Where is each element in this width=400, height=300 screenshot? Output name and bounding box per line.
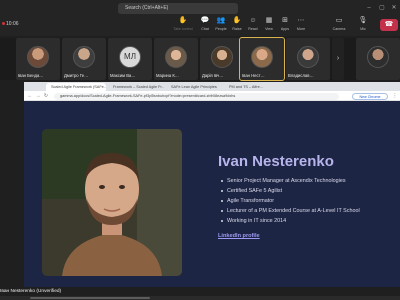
chat-icon: 💬 xyxy=(200,17,210,24)
avatar xyxy=(73,46,95,68)
avatar: МЛ xyxy=(119,46,141,68)
participant-tile[interactable]: Дарія Івч… xyxy=(200,38,244,80)
list-item: Agile Transformator xyxy=(220,196,400,206)
more-icon: ⋯ xyxy=(297,17,305,24)
participant-strip: Іван Бенда… Дмитро Ге… МЛ Максим Ва… Мар… xyxy=(0,37,400,81)
leave-button[interactable]: ☎ xyxy=(380,19,398,31)
participant-tile[interactable]: Іван Бенда… xyxy=(16,38,60,80)
avatar xyxy=(297,46,319,68)
people-icon: 👥 xyxy=(216,17,226,24)
recording-dot-icon xyxy=(2,22,5,25)
view-icon: ▦ xyxy=(265,17,273,24)
list-item: Certified SAFe 5 Agilist xyxy=(220,186,400,196)
avatar xyxy=(367,46,389,68)
avatar xyxy=(27,46,49,68)
hang-up-icon: ☎ xyxy=(384,21,394,28)
mic-button[interactable]: 🎙 Mic xyxy=(352,17,374,37)
browser-toolbar: ← → ↻ gamma.app/docs/Scaled-Agile-Framew… xyxy=(24,91,400,105)
raise-hand-icon: ✋ xyxy=(232,17,242,24)
participant-tile[interactable]: Марина К… xyxy=(154,38,198,80)
participant-tile[interactable]: Дмитро Ге… xyxy=(62,38,106,80)
address-bar[interactable]: gamma.app/docs/Scaled-Agile-Framework-SA… xyxy=(54,92,339,100)
forward-icon[interactable]: → xyxy=(35,92,41,100)
speaker-photo xyxy=(42,129,182,276)
browser-tab[interactable]: SAFe Lean Agile Principles xyxy=(166,83,222,91)
avatar xyxy=(251,46,273,68)
participant-tile[interactable]: Владислав… xyxy=(286,38,330,80)
presenter-name: Іван Nesterenko (Unverified) xyxy=(0,289,62,294)
participant-tile-active[interactable]: Іван Нест… xyxy=(239,37,285,81)
apps-icon: ⊞ xyxy=(282,17,288,24)
avatar xyxy=(165,46,187,68)
more-participants-arrow-icon[interactable]: › xyxy=(332,38,344,80)
react-icon: ☺ xyxy=(249,17,257,24)
list-item: Lecturer of a PM Extended Course at A-Le… xyxy=(220,206,400,216)
avatar xyxy=(211,46,233,68)
more-button[interactable]: ⋯ More xyxy=(290,17,312,37)
back-icon[interactable]: ← xyxy=(27,92,33,100)
meeting-timer: 10:06 xyxy=(6,21,19,27)
list-item: Senior Project Manager at Ascendix Techn… xyxy=(220,176,400,186)
presentation-slide: Ivan Nesterenko Senior Project Manager a… xyxy=(24,101,400,287)
browser-tab-bar: Scaled Agile Framework (SAFe… Framework … xyxy=(24,82,400,91)
mic-icon: 🎙 xyxy=(358,17,368,24)
speaker-bio-list: Senior Project Manager at Ascendix Techn… xyxy=(220,176,400,226)
linkedin-profile-link[interactable]: LinkedIn profile xyxy=(218,233,260,239)
browser-menu-icon[interactable]: ⋮ xyxy=(392,92,398,100)
hand-icon: ✋ xyxy=(178,17,188,24)
camera-icon: ▭ xyxy=(335,17,343,24)
reload-icon[interactable]: ↻ xyxy=(43,92,49,100)
maximize-icon[interactable]: ▢ xyxy=(377,3,387,13)
scrollbar-thumb[interactable] xyxy=(30,297,150,299)
participant-tile[interactable] xyxy=(356,38,400,80)
browser-tab[interactable]: Scaled Agile Framework (SAFe… xyxy=(46,83,106,91)
close-icon[interactable]: ✕ xyxy=(389,3,399,13)
teams-top-bar: Search (Ctrl+Alt+E) – ▢ ✕ 10:06 ✋ Take c… xyxy=(0,0,400,36)
participant-tile[interactable]: МЛ Максим Ва… xyxy=(108,38,152,80)
shared-screen-browser: Scaled Agile Framework (SAFe… Framework … xyxy=(24,82,400,287)
minimize-icon[interactable]: – xyxy=(364,3,374,13)
browser-tab[interactable]: Framework – Scaled Agile Fr… xyxy=(108,83,164,91)
browser-tab[interactable]: PM and TS – Alfre… xyxy=(224,83,272,91)
new-chrome-button[interactable]: New Chrome available xyxy=(352,92,388,105)
take-control-button[interactable]: ✋ Take control xyxy=(172,17,194,37)
search-input[interactable]: Search (Ctrl+Alt+E) xyxy=(118,3,238,14)
camera-button[interactable]: ▭ Camera xyxy=(328,17,350,37)
speaker-name: Ivan Nesterenko xyxy=(218,153,334,170)
list-item: Working in IT since 2014 xyxy=(220,216,400,226)
